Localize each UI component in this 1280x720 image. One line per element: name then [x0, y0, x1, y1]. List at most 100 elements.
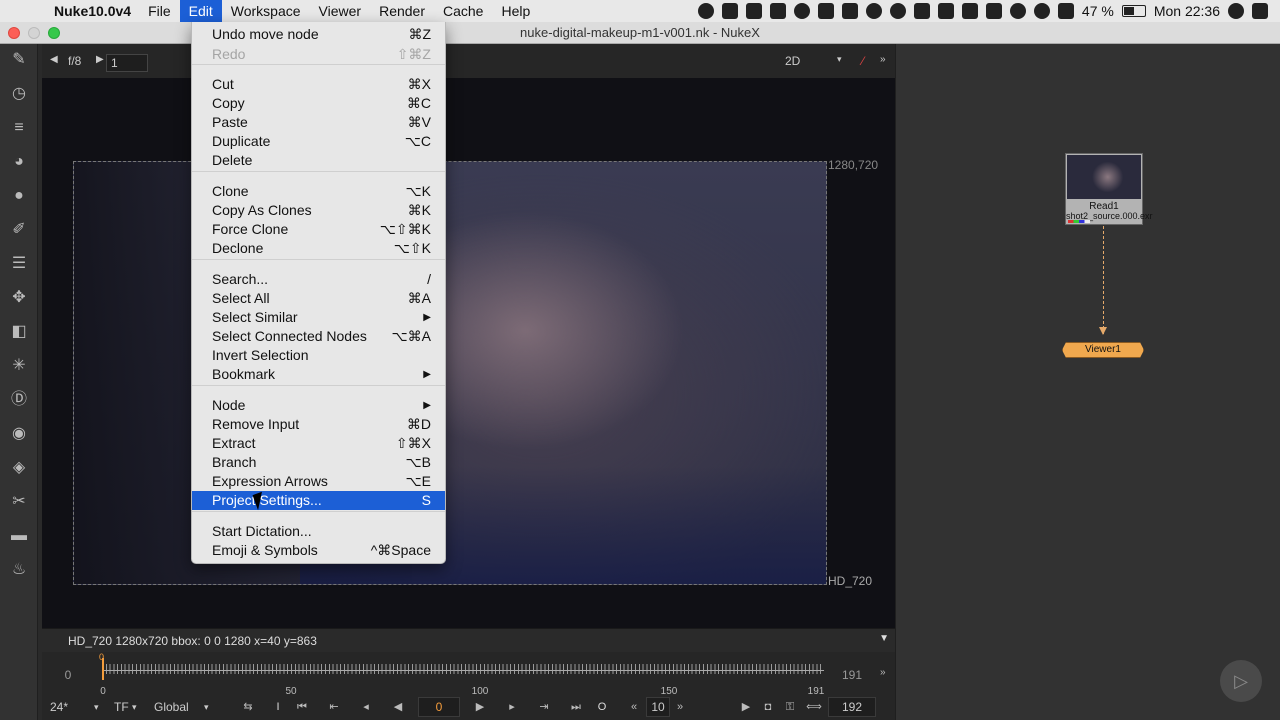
menu-item-copy-as-clones[interactable]: Copy As Clones ⌘K	[192, 201, 445, 220]
layers-icon[interactable]: ☰	[9, 254, 29, 274]
brush-icon[interactable]: ✎	[9, 50, 29, 70]
current-frame-input[interactable]: 0	[418, 697, 460, 717]
notification-center-icon[interactable]	[1252, 3, 1268, 19]
scope-select[interactable]: Global	[154, 696, 189, 718]
airplay-icon[interactable]	[985, 3, 1002, 19]
block-icon[interactable]	[793, 3, 810, 19]
fstop-increase-icon[interactable]: ▶	[96, 54, 104, 65]
menu-item-emoji-symbols[interactable]: Emoji & Symbols ^⌘Space	[192, 541, 445, 560]
tf-dropdown-icon[interactable]: ▾	[132, 696, 137, 718]
screenshot-icon[interactable]	[817, 3, 834, 19]
3d-box-icon[interactable]: ◧	[9, 322, 29, 342]
menu-workspace[interactable]: Workspace	[222, 0, 310, 22]
wifi-icon[interactable]	[1033, 3, 1050, 19]
menu-item-copy[interactable]: Copy ⌘C	[192, 94, 445, 113]
menu-item-duplicate[interactable]: Duplicate ⌥C	[192, 132, 445, 151]
menu-item-undo[interactable]: Undo move node ⌘Z	[192, 25, 445, 44]
deep-icon[interactable]: Ⓓ	[9, 390, 29, 410]
menu-item-search[interactable]: Search... /	[192, 270, 445, 289]
timeline-start[interactable]: 0	[48, 664, 88, 686]
node-connection[interactable]	[1103, 226, 1104, 334]
fps-select[interactable]: 24*	[50, 696, 68, 718]
playback-range-icon[interactable]: ⟺	[804, 698, 824, 716]
play-icon[interactable]	[697, 3, 714, 19]
menu-item-start-dictation[interactable]: Start Dictation...	[192, 522, 445, 541]
video-play-icon[interactable]: ▷	[1220, 660, 1262, 702]
fstop-decrease-icon[interactable]: ◀	[50, 54, 58, 65]
transform-icon[interactable]: ✥	[9, 288, 29, 308]
menu-item-select-all[interactable]: Select All ⌘A	[192, 289, 445, 308]
read-node[interactable]: Read1 shot2_source.000.exr	[1065, 153, 1153, 225]
menu-item-paste[interactable]: Paste ⌘V	[192, 113, 445, 132]
next-keyframe-icon[interactable]: ⇥	[534, 698, 554, 716]
timeline-end[interactable]: 191	[832, 664, 872, 686]
menu-render[interactable]: Render	[370, 0, 434, 22]
node-graph[interactable]: Read1 shot2_source.000.exr Viewer1 ▷	[895, 44, 1280, 720]
scope-dropdown-icon[interactable]: ▾	[204, 696, 209, 718]
view-mode-dropdown-icon[interactable]: ▾	[837, 54, 842, 65]
prev-frame-icon[interactable]: ◂	[356, 698, 376, 716]
lock-icon[interactable]: ⚿	[780, 698, 800, 716]
step-back-icon[interactable]: «	[624, 698, 644, 716]
menu-item-project-settings[interactable]: Project Settings... S	[192, 491, 445, 510]
clock-icon[interactable]: ◷	[9, 84, 29, 104]
menu-item-invert-selection[interactable]: Invert Selection	[192, 346, 445, 365]
view-mode-select[interactable]: 2D	[785, 54, 800, 68]
menu-edit[interactable]: Edit	[179, 0, 222, 22]
menu-cache[interactable]: Cache	[434, 0, 492, 22]
menu-item-delete[interactable]: Delete	[192, 151, 445, 170]
volume-icon[interactable]	[1009, 3, 1026, 19]
menu-file[interactable]: File	[139, 0, 180, 22]
tag-icon[interactable]: ◈	[9, 458, 29, 478]
particles-icon[interactable]: ✳	[9, 356, 29, 376]
paint-icon[interactable]: ⁄	[862, 54, 864, 68]
menu-item-bookmark[interactable]: Bookmark ▶	[192, 365, 445, 384]
step-forward-icon[interactable]: »	[670, 698, 690, 716]
info-expand-icon[interactable]: ▼	[879, 633, 889, 644]
plus-icon[interactable]	[961, 3, 978, 19]
step-increment-input[interactable]: 10	[646, 697, 670, 717]
timeline-collapse-icon[interactable]: »	[880, 662, 886, 684]
playback-mode-icon[interactable]: ⇆	[238, 698, 258, 716]
viewer-node[interactable]: Viewer1	[1062, 342, 1144, 358]
menu-item-expression-arrows[interactable]: Expression Arrows ⌥E	[192, 472, 445, 491]
menu-item-node[interactable]: Node ▶	[192, 396, 445, 415]
clock[interactable]: Mon 22:36	[1154, 3, 1220, 19]
more-icon[interactable]: »	[880, 54, 886, 65]
play-backward-icon[interactable]: ◀	[388, 698, 408, 716]
menu-item-extract[interactable]: Extract ⇧⌘X	[192, 434, 445, 453]
app-menu[interactable]: Nuke10.0v4	[38, 3, 139, 19]
flag-icon[interactable]	[1057, 3, 1074, 19]
battery-icon[interactable]	[1121, 5, 1146, 17]
drawer-icon[interactable]: ▬	[9, 526, 29, 546]
menu-item-select-connected-nodes[interactable]: Select Connected Nodes ⌥⌘A	[192, 327, 445, 346]
channels-icon[interactable]: ≡	[9, 118, 29, 138]
filter-icon[interactable]: ✐	[9, 220, 29, 240]
sync-icon[interactable]	[721, 3, 738, 19]
record-icon[interactable]	[769, 3, 786, 19]
menu-item-remove-input[interactable]: Remove Input ⌘D	[192, 415, 445, 434]
viewer-canvas[interactable]: 1280,720 HD_720	[42, 78, 895, 628]
timeline-track[interactable]: 0 0 50 100 150 191	[99, 652, 824, 697]
in-point-button[interactable]: I	[268, 698, 288, 716]
flipbook-icon[interactable]: ▶	[736, 698, 756, 716]
sphere-icon[interactable]: ●	[9, 186, 29, 206]
out-point-button[interactable]: O	[592, 698, 612, 716]
fstop-value[interactable]: f/8	[68, 54, 81, 68]
menu-item-declone[interactable]: Declone ⌥⇧K	[192, 239, 445, 258]
end-frame-input[interactable]: 192	[828, 697, 876, 717]
color-wheel-icon[interactable]: ◕	[9, 152, 29, 172]
eye-icon[interactable]: ◉	[9, 424, 29, 444]
next-frame-icon[interactable]: ▸	[502, 698, 522, 716]
first-frame-icon[interactable]: ⏮	[292, 698, 312, 716]
menu-viewer[interactable]: Viewer	[310, 0, 371, 22]
menu-item-clone[interactable]: Clone ⌥K	[192, 182, 445, 201]
frame-input[interactable]: 1	[106, 54, 148, 72]
last-frame-icon[interactable]: ⏭	[566, 698, 586, 716]
spotlight-icon[interactable]	[1228, 3, 1244, 19]
tools-icon[interactable]	[913, 3, 930, 19]
play-forward-icon[interactable]: ▶	[470, 698, 490, 716]
battery-percent[interactable]: 47 %	[1082, 3, 1114, 19]
prev-keyframe-icon[interactable]: ⇤	[324, 698, 344, 716]
cloud-icon[interactable]	[745, 3, 762, 19]
